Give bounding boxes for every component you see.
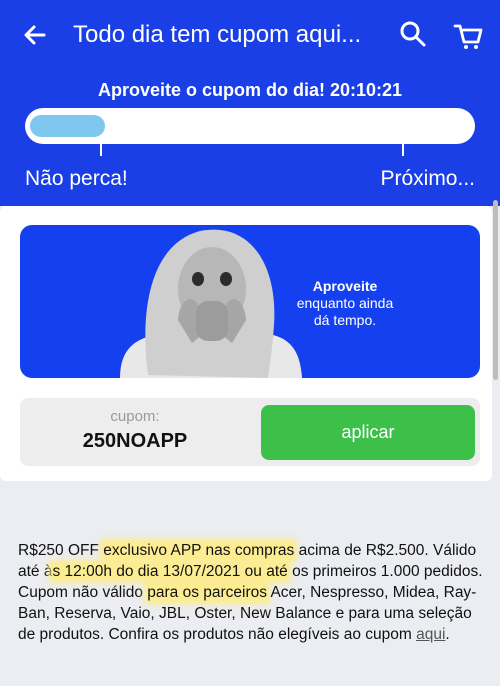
coupon-code[interactable]: 250NOAPP: [20, 430, 250, 453]
ineligible-products-link[interactable]: aqui: [416, 626, 445, 643]
description-highlight: exclusivo APP nas compras: [103, 542, 295, 559]
progress-tick-end: [402, 144, 404, 156]
timer-left-label: Não perca!: [25, 167, 128, 190]
progress-fill: [30, 115, 105, 137]
progress-bar: [25, 108, 475, 144]
scrollbar[interactable]: [493, 200, 498, 380]
banner-text: Aproveite enquanto ainda dá tempo.: [290, 278, 400, 329]
description-highlight: s 12:00h do dia 13/07/2021 ou até: [52, 563, 288, 580]
search-icon[interactable]: [398, 19, 428, 49]
timer-text: Aproveite o cupom do dia! 20:10:21: [97, 80, 403, 100]
coupon-description: R$250 OFF exclusivo APP nas compras acim…: [18, 540, 488, 645]
banner-subtitle-1: enquanto ainda: [296, 295, 394, 311]
description-part: R$250 OFF: [18, 542, 104, 559]
timer-right-label: Próximo...: [380, 167, 475, 190]
promo-banner[interactable]: [20, 225, 480, 378]
woman-photo: [120, 229, 302, 378]
app-bar: Todo dia tem cupom aqui...: [0, 0, 500, 68]
banner-subtitle-2: dá tempo.: [313, 312, 377, 328]
coupon-label: cupom:: [110, 408, 160, 425]
banner-title: Aproveite: [312, 278, 378, 294]
description-highlight: para os parceiros: [147, 584, 268, 601]
page-title: Todo dia tem cupom aqui...: [73, 21, 362, 48]
apply-coupon-button[interactable]: aplicar: [261, 405, 475, 460]
cart-icon[interactable]: [452, 20, 484, 52]
progress-tick-start: [100, 144, 102, 156]
description-part: .: [445, 626, 450, 643]
arrow-left-icon[interactable]: [20, 20, 50, 50]
